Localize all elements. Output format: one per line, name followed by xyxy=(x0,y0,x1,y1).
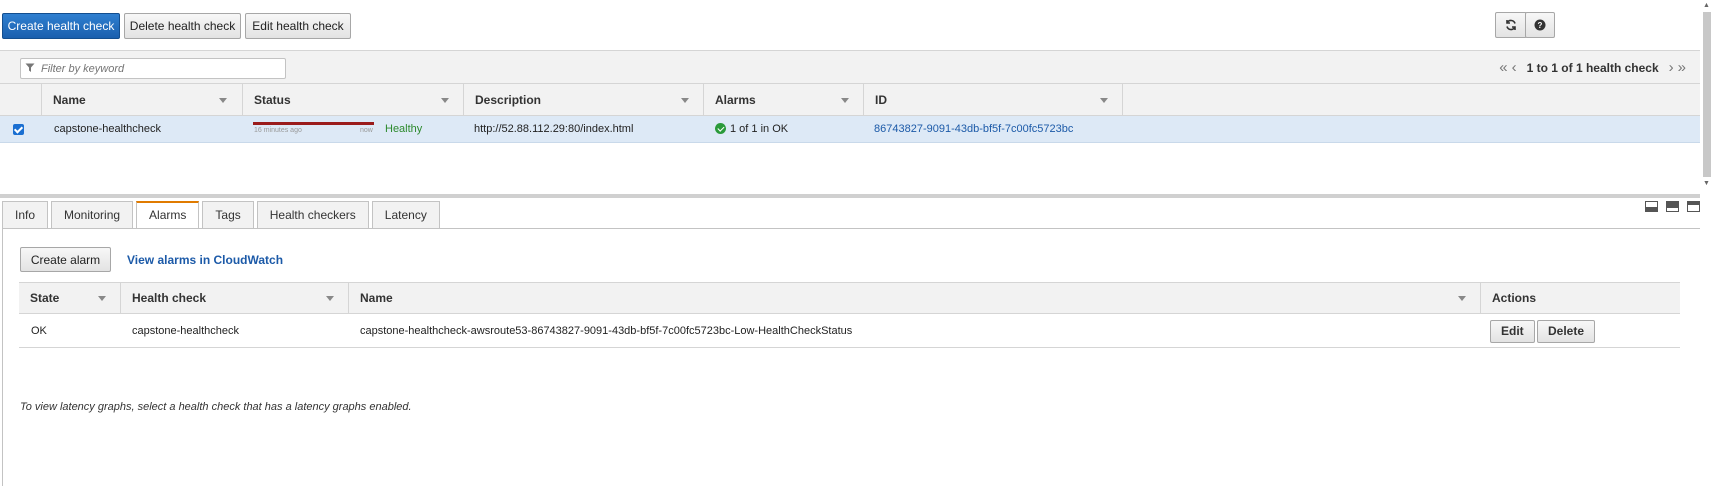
edit-health-check-button[interactable]: Edit health check xyxy=(245,13,351,39)
pager-text: 1 to 1 of 1 health check xyxy=(1526,61,1659,75)
tab-tags[interactable]: Tags xyxy=(202,201,254,228)
first-page-icon[interactable]: « xyxy=(1499,60,1507,76)
layout-split-icon[interactable] xyxy=(1666,201,1679,212)
column-header-label: Description xyxy=(475,93,542,107)
row-checkbox[interactable] xyxy=(13,124,24,135)
tab-info[interactable]: Info xyxy=(2,201,49,228)
tab-latency[interactable]: Latency xyxy=(371,201,440,228)
detail-tabs: Info Monitoring Alarms Tags Health check… xyxy=(2,201,440,229)
column-header-label: State xyxy=(30,291,60,305)
row-description: http://52.88.112.29:80/index.html xyxy=(474,123,634,135)
svg-text:?: ? xyxy=(1538,21,1543,30)
details-panel: Info Monitoring Alarms Tags Health check… xyxy=(0,198,1700,486)
layout-bottom-icon[interactable] xyxy=(1645,201,1658,212)
alarms-table-header: State Health check Name Actions xyxy=(19,282,1680,314)
last-page-icon[interactable]: » xyxy=(1678,60,1686,76)
column-header-id[interactable]: ID xyxy=(863,84,1123,116)
column-header-description[interactable]: Description xyxy=(463,84,703,116)
alarm-state: OK xyxy=(31,325,47,337)
filter-icon xyxy=(25,63,35,72)
vertical-scrollbar[interactable]: ▲ ▼ xyxy=(1702,2,1712,192)
alarm-name-link[interactable]: capstone-healthcheck-awsroute53-86743827… xyxy=(360,314,852,348)
column-header-label: Alarms xyxy=(715,93,756,107)
status-end-label: now xyxy=(360,127,373,134)
column-header-actions: Actions xyxy=(1480,283,1680,314)
status-history-bar xyxy=(253,122,374,125)
column-header-label: Actions xyxy=(1492,291,1537,305)
table-row: OK capstone-healthcheck capstone-healthc… xyxy=(19,314,1680,348)
view-alarms-cloudwatch-link[interactable]: View alarms in CloudWatch xyxy=(127,253,283,267)
ok-check-icon xyxy=(715,123,726,134)
refresh-button[interactable] xyxy=(1495,12,1527,38)
toolbar: Create health check Delete health check … xyxy=(0,0,1712,48)
pagination: « ‹ 1 to 1 of 1 health check › » xyxy=(1499,59,1686,77)
sort-caret-icon xyxy=(326,296,334,301)
table-row[interactable]: capstone-healthcheck 16 minutes ago now … xyxy=(0,116,1700,143)
column-header-label: Status xyxy=(254,93,291,107)
next-page-icon[interactable]: › xyxy=(1669,60,1674,76)
alarms-text: 1 of 1 in OK xyxy=(730,123,789,135)
filter-bar: « ‹ 1 to 1 of 1 health check › » xyxy=(0,50,1700,84)
column-header-label: Health check xyxy=(132,291,207,305)
sort-caret-icon xyxy=(681,98,689,103)
filter-input[interactable] xyxy=(20,58,286,79)
help-button[interactable]: ? xyxy=(1525,12,1555,38)
help-icon: ? xyxy=(1534,19,1546,31)
tab-alarms[interactable]: Alarms xyxy=(136,201,200,229)
alarm-health-check: capstone-healthcheck xyxy=(132,325,240,337)
tab-health-checkers[interactable]: Health checkers xyxy=(256,201,369,228)
sort-caret-icon xyxy=(1100,98,1108,103)
sort-caret-icon xyxy=(1458,296,1466,301)
layout-controls xyxy=(1645,201,1700,212)
prev-page-icon[interactable]: ‹ xyxy=(1512,60,1517,76)
sort-caret-icon xyxy=(98,296,106,301)
scrollbar-thumb[interactable] xyxy=(1703,12,1711,177)
latency-note: To view latency graphs, select a health … xyxy=(20,401,412,413)
row-id-link[interactable]: 86743827-9091-43db-bf5f-7c00fc5723bc xyxy=(874,116,1073,143)
column-header-status[interactable]: Status xyxy=(242,84,463,116)
edit-alarm-button[interactable]: Edit xyxy=(1490,320,1535,343)
row-alarms: 1 of 1 in OK xyxy=(715,116,788,143)
health-checks-panel: « ‹ 1 to 1 of 1 health check › » Name St… xyxy=(0,50,1700,195)
column-header-name[interactable]: Name xyxy=(41,84,241,116)
column-header-label: Name xyxy=(360,291,393,305)
table-header: Name Status Description Alarms ID xyxy=(0,84,1700,116)
delete-health-check-button[interactable]: Delete health check xyxy=(124,13,241,39)
scroll-up-icon[interactable]: ▲ xyxy=(1703,2,1710,9)
delete-alarm-button[interactable]: Delete xyxy=(1537,320,1596,343)
column-header-state[interactable]: State xyxy=(19,283,120,314)
column-header-alarms[interactable]: Alarms xyxy=(703,84,863,116)
row-name: capstone-healthcheck xyxy=(54,123,162,135)
column-header-alarm-name[interactable]: Name xyxy=(348,283,1480,314)
layout-maximize-icon[interactable] xyxy=(1687,201,1700,212)
column-header-label: Name xyxy=(53,93,86,107)
scroll-down-icon[interactable]: ▼ xyxy=(1703,180,1710,187)
column-header-health-check[interactable]: Health check xyxy=(120,283,348,314)
tab-monitoring[interactable]: Monitoring xyxy=(51,201,134,228)
alarms-tab-content: Create alarm View alarms in CloudWatch S… xyxy=(2,229,1700,486)
sort-caret-icon xyxy=(441,98,449,103)
create-alarm-button[interactable]: Create alarm xyxy=(20,247,111,272)
refresh-icon xyxy=(1506,19,1516,31)
sort-caret-icon xyxy=(219,98,227,103)
create-health-check-button[interactable]: Create health check xyxy=(2,13,120,39)
sort-caret-icon xyxy=(841,98,849,103)
status-start-label: 16 minutes ago xyxy=(254,127,302,134)
row-status: Healthy xyxy=(385,123,423,135)
column-header-label: ID xyxy=(875,93,887,107)
